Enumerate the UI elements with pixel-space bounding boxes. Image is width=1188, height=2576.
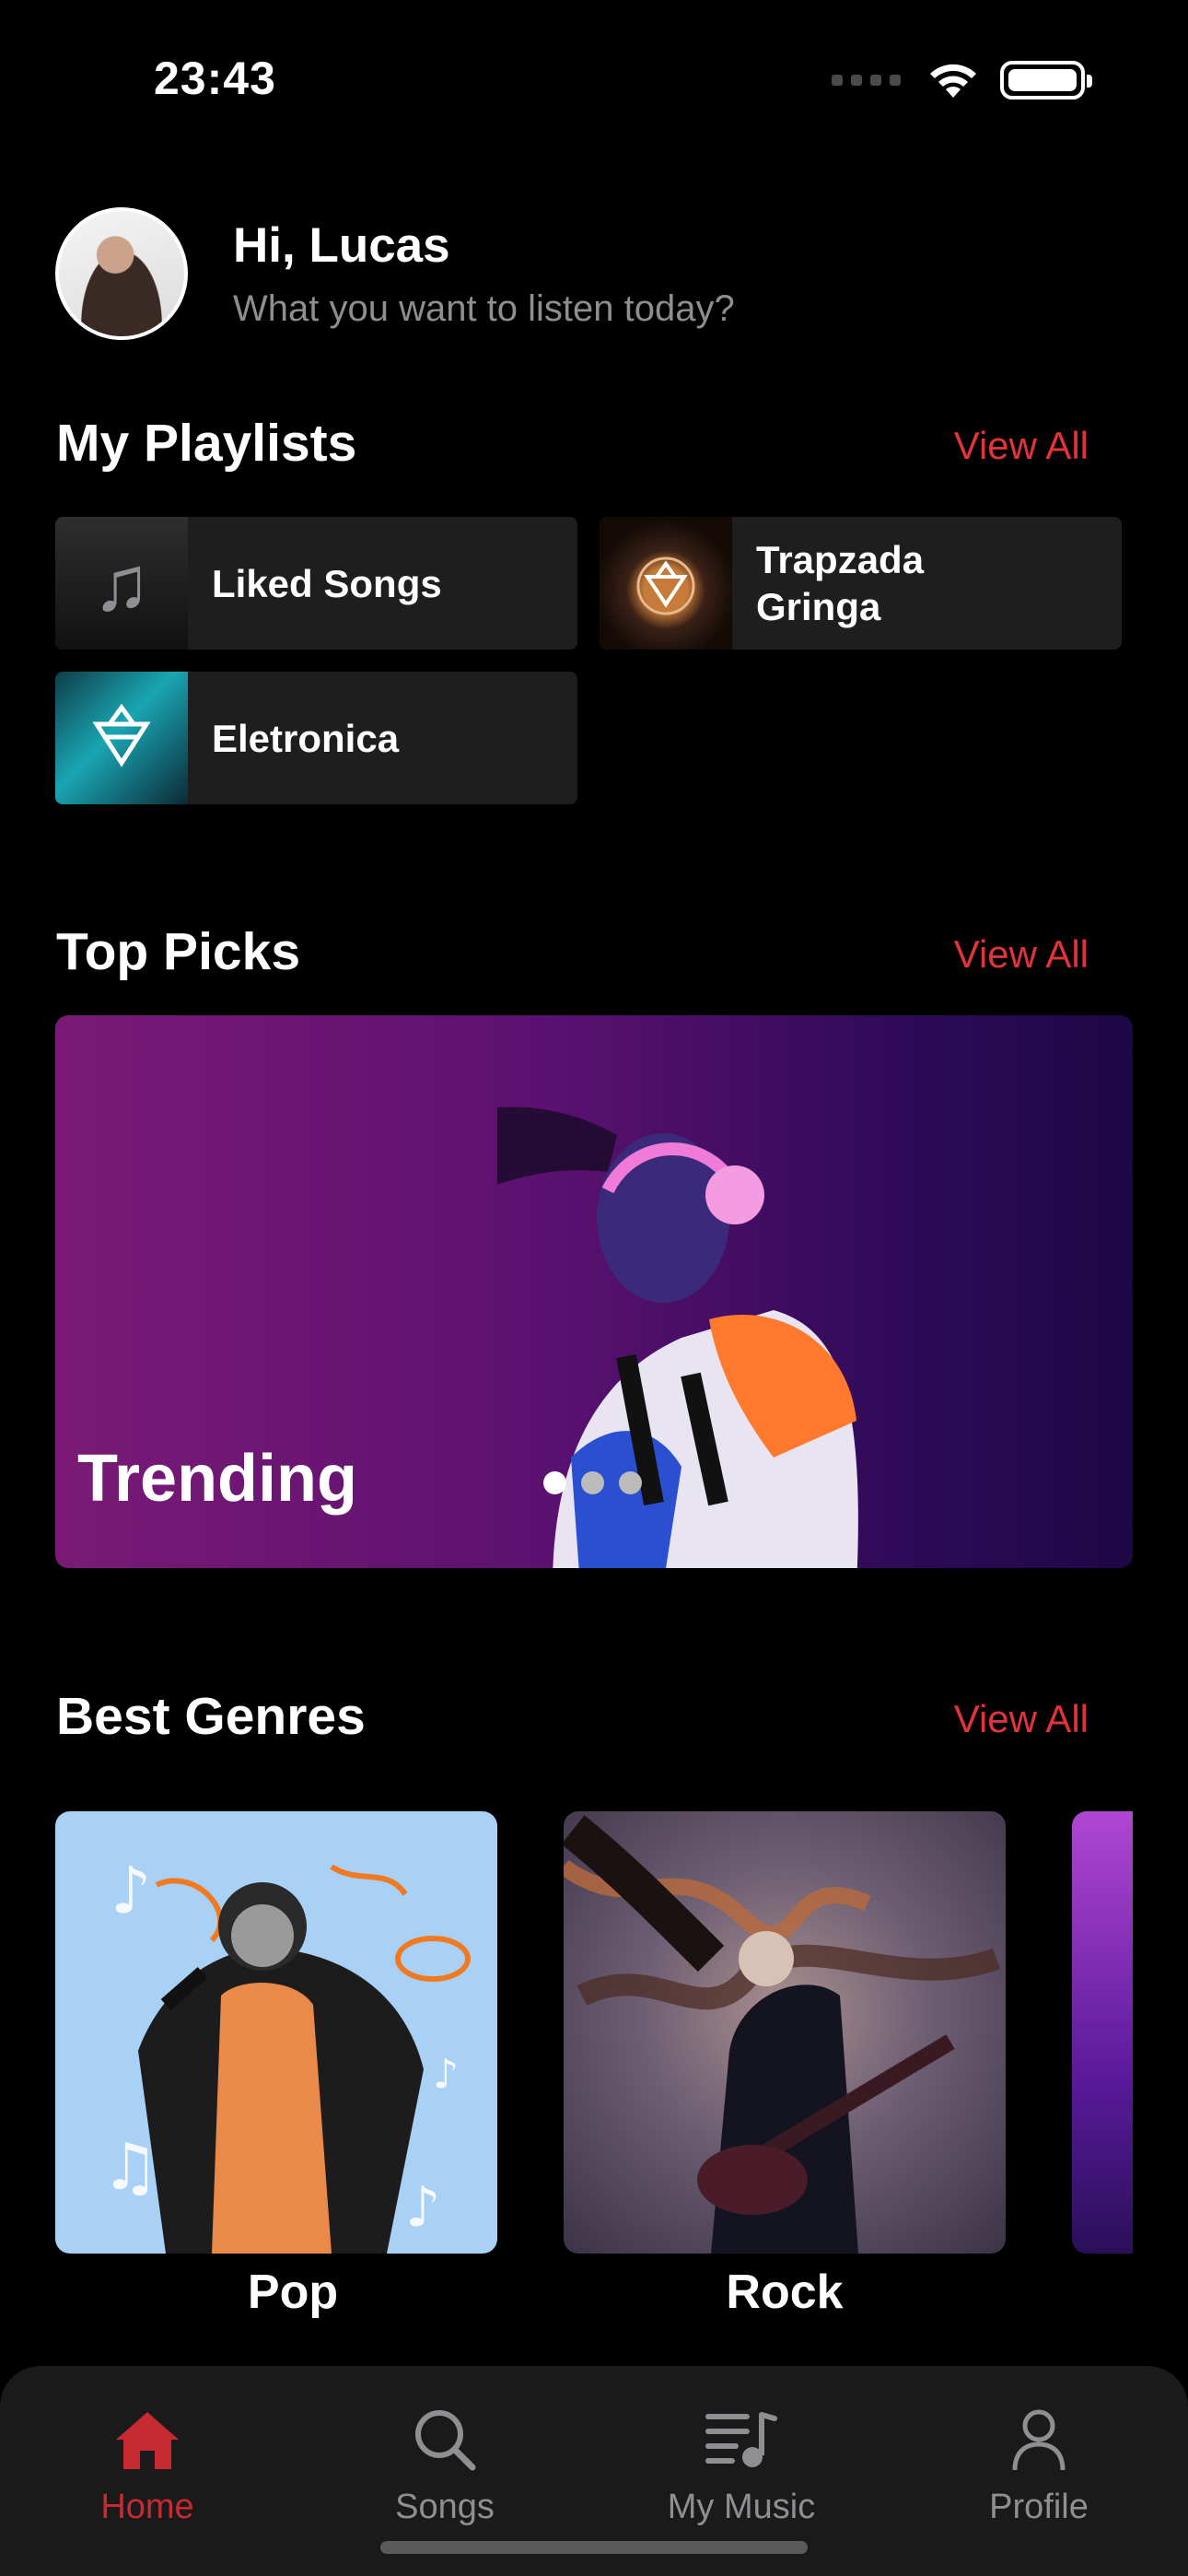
section-title-genres: Best Genres	[56, 1687, 366, 1746]
tab-label: Profile	[989, 2488, 1089, 2526]
music-note-icon: ♫	[55, 517, 188, 650]
genre-label-rock: Rock	[726, 2266, 844, 2319]
pop-singer-image: ♪ ♫ ♪ ♪	[101, 1853, 471, 2254]
carousel-dot[interactable]	[581, 1471, 604, 1494]
ncs-logo-icon	[92, 703, 151, 767]
battery-icon	[1000, 61, 1092, 100]
svg-text:♪: ♪	[405, 2175, 440, 2240]
svg-text:♪: ♪	[111, 1853, 152, 1928]
tab-profile[interactable]: Profile	[919, 2403, 1159, 2527]
svg-text:♪: ♪	[433, 2051, 459, 2098]
music-list-icon	[705, 2412, 777, 2467]
greeting-subtitle: What you want to listen today?	[233, 288, 735, 329]
genre-card-partial[interactable]	[1072, 1811, 1133, 2254]
trending-banner[interactable]: Trending	[55, 1015, 1133, 1568]
tab-label: Songs	[395, 2488, 495, 2526]
genre-label-pop: Pop	[247, 2266, 339, 2319]
section-title-playlists: My Playlists	[56, 414, 357, 473]
tab-label: My Music	[667, 2488, 816, 2526]
album-art	[55, 672, 188, 804]
status-icons	[832, 61, 1092, 100]
rock-guitarist-image	[564, 1815, 1001, 2254]
greeting: Hi, Lucas	[233, 218, 450, 273]
tab-my-music[interactable]: My Music	[622, 2403, 861, 2527]
carousel-dot[interactable]	[619, 1471, 642, 1494]
status-time: 23:43	[154, 53, 276, 104]
carousel-dot[interactable]	[543, 1471, 566, 1494]
home-icon	[116, 2412, 179, 2469]
playlist-label: Trapzada Gringa	[756, 538, 925, 628]
playlist-card-trapzada-gringa[interactable]: Trapzada Gringa	[600, 517, 1122, 650]
genre-card-pop[interactable]: ♪ ♫ ♪ ♪	[55, 1811, 497, 2254]
playlist-label: Eletronica	[212, 716, 400, 760]
search-icon	[415, 2410, 476, 2471]
genre-card-rock[interactable]	[564, 1811, 1006, 2254]
playlists-view-all-link[interactable]: View All	[954, 424, 1089, 468]
playlist-card-liked-songs[interactable]: ♫ Liked Songs	[55, 517, 577, 650]
genres-view-all-link[interactable]: View All	[954, 1697, 1089, 1741]
wifi-icon	[930, 64, 976, 98]
top-picks-view-all-link[interactable]: View All	[954, 932, 1089, 977]
album-art	[600, 517, 732, 650]
ncs-logo-icon	[636, 556, 695, 615]
carousel-dots	[543, 1471, 642, 1494]
playlist-card-eletronica[interactable]: Eletronica	[55, 672, 577, 804]
tab-label: Home	[100, 2488, 194, 2526]
person-icon	[1012, 2409, 1066, 2471]
avatar[interactable]	[55, 207, 188, 340]
tab-home[interactable]: Home	[28, 2403, 267, 2527]
tab-songs[interactable]: Songs	[325, 2403, 565, 2527]
cellular-signal-icon	[832, 75, 901, 86]
home-indicator[interactable]	[380, 2541, 808, 2554]
playlist-label: Liked Songs	[212, 561, 442, 605]
section-title-top-picks: Top Picks	[56, 922, 301, 981]
banner-title: Trending	[77, 1442, 357, 1516]
